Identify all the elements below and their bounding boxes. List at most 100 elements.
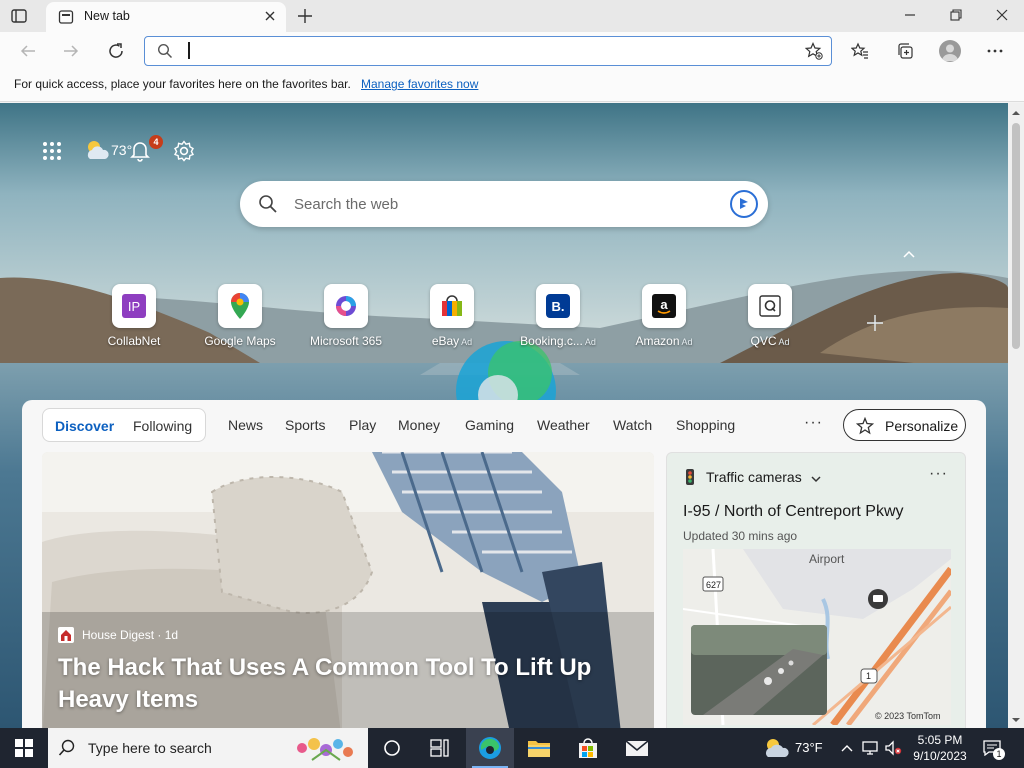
cortana-circle-icon[interactable] <box>368 728 416 768</box>
favorites-bar: For quick access, place your favorites h… <box>0 70 1024 102</box>
scrollbar-thumb[interactable] <box>1012 123 1020 349</box>
collapse-chevron-up-icon[interactable] <box>901 248 917 260</box>
back-button[interactable] <box>18 41 38 61</box>
show-hidden-icons-chevron-icon[interactable] <box>838 739 856 757</box>
address-input[interactable] <box>193 40 793 62</box>
new-tab-favicon-icon <box>58 9 74 25</box>
amazon-logo-icon: a <box>642 284 686 328</box>
action-center-count: 1 <box>993 748 1005 760</box>
hero-source: House Digest · 1d <box>82 628 179 642</box>
svg-text:IP: IP <box>128 299 140 314</box>
favorites-bar-message: For quick access, place your favorites h… <box>14 77 351 91</box>
category-news[interactable]: News <box>228 417 263 433</box>
quick-link-label: Google Maps <box>204 334 276 348</box>
tab-new-tab[interactable]: New tab <box>46 2 286 32</box>
settings-more-icon[interactable] <box>985 41 1005 61</box>
tab-close-icon[interactable] <box>262 8 278 24</box>
profile-avatar[interactable] <box>939 40 961 62</box>
favorites-icon[interactable] <box>850 41 870 61</box>
traffic-updated-time: Updated 30 mins ago <box>683 529 798 543</box>
weather-temperature[interactable]: 73° <box>111 142 132 158</box>
traffic-map[interactable]: Airport 627 1 © 2023 TomTom <box>683 549 951 725</box>
hero-article-card[interactable]: House Digest · 1d The Hack That Uses A C… <box>42 452 654 728</box>
google-maps-pin-icon <box>218 284 262 328</box>
network-icon[interactable] <box>861 739 879 757</box>
notification-bell-icon[interactable] <box>130 140 150 162</box>
chevron-down-icon[interactable] <box>810 472 822 483</box>
add-favorite-star-icon[interactable] <box>804 42 823 60</box>
tab-discover[interactable]: Discover <box>55 418 114 434</box>
more-categories-button[interactable]: ··· <box>804 414 823 432</box>
quick-link-ebay[interactable]: eBay Ad <box>402 284 502 348</box>
category-money[interactable]: Money <box>398 417 440 433</box>
tray-weather-temperature[interactable]: 73°F <box>795 740 823 755</box>
edge-taskbar-icon[interactable] <box>466 728 514 768</box>
traffic-light-icon <box>683 469 697 485</box>
start-button[interactable] <box>0 728 48 768</box>
category-gaming[interactable]: Gaming <box>465 417 514 433</box>
quick-link-qvc[interactable]: QVC Ad <box>720 284 820 348</box>
minimize-button[interactable] <box>887 0 933 30</box>
taskbar-search-placeholder: Type here to search <box>88 740 212 756</box>
route-shield-627: 627 <box>706 580 722 590</box>
tray-clock[interactable]: 5:05 PM 9/10/2023 <box>900 732 980 764</box>
ebay-bag-icon <box>430 284 474 328</box>
traffic-title[interactable]: Traffic cameras <box>706 469 802 485</box>
tray-weather-icon[interactable] <box>762 737 790 759</box>
tab-actions-icon[interactable] <box>10 7 28 25</box>
quick-link-collabnet[interactable]: IP CollabNet <box>84 284 184 348</box>
web-search-input[interactable] <box>294 191 714 217</box>
scroll-down-arrow-icon[interactable] <box>1011 713 1021 723</box>
close-window-button[interactable] <box>979 0 1024 30</box>
category-watch[interactable]: Watch <box>613 417 652 433</box>
collections-icon[interactable] <box>895 41 915 61</box>
map-airport-label: Airport <box>809 552 845 566</box>
browser-toolbar <box>0 32 1024 70</box>
add-site-plus-icon[interactable] <box>866 314 884 332</box>
quick-link-label: CollabNet <box>107 334 161 348</box>
tray-date: 9/10/2023 <box>913 749 967 763</box>
category-play[interactable]: Play <box>349 417 376 433</box>
new-tab-button[interactable] <box>296 7 314 25</box>
search-icon <box>157 43 173 59</box>
weather-cloud-sun-icon[interactable] <box>84 139 110 163</box>
map-copyright: © 2023 TomTom <box>875 711 941 721</box>
category-shopping[interactable]: Shopping <box>676 417 735 433</box>
search-icon <box>258 194 278 214</box>
traffic-more-button[interactable]: ··· <box>929 465 948 483</box>
quick-link-booking[interactable]: B. Booking.c... Ad <box>508 284 608 348</box>
mail-icon[interactable] <box>613 728 661 768</box>
refresh-button[interactable] <box>106 41 126 61</box>
taskbar-search-box[interactable]: Type here to search <box>48 728 368 768</box>
traffic-cameras-card[interactable]: Traffic cameras ··· I-95 / North of Cent… <box>666 452 966 728</box>
svg-text:a: a <box>660 297 668 312</box>
bing-chat-icon[interactable] <box>728 188 760 220</box>
forward-button[interactable] <box>61 41 81 61</box>
restore-button[interactable] <box>933 0 979 30</box>
quick-link-google-maps[interactable]: Google Maps <box>190 284 290 348</box>
page-settings-gear-icon[interactable] <box>173 140 195 162</box>
task-view-icon[interactable] <box>416 728 464 768</box>
file-explorer-icon[interactable] <box>515 728 563 768</box>
hero-title[interactable]: The Hack That Uses A Common Tool To Lift… <box>58 652 618 716</box>
qvc-logo-icon <box>748 284 792 328</box>
category-sports[interactable]: Sports <box>285 417 325 433</box>
quick-link-microsoft-365[interactable]: Microsoft 365 <box>296 284 396 348</box>
news-feed: Discover Following News Sports Play Mone… <box>22 400 986 728</box>
scroll-up-arrow-icon[interactable] <box>1011 106 1021 116</box>
tray-time: 5:05 PM <box>917 733 963 747</box>
search-icon <box>58 739 76 757</box>
quick-link-amazon[interactable]: a Amazon Ad <box>614 284 714 348</box>
category-weather[interactable]: Weather <box>537 417 590 433</box>
route-shield-1: 1 <box>866 671 872 681</box>
microsoft-store-icon[interactable] <box>564 728 612 768</box>
search-highlight-flowers-icon <box>292 732 362 764</box>
tab-following[interactable]: Following <box>133 418 192 434</box>
page-scrollbar[interactable] <box>1008 103 1024 728</box>
personalize-button[interactable]: Personalize <box>843 409 966 441</box>
manage-favorites-link[interactable]: Manage favorites now <box>361 77 478 91</box>
apps-launcher-icon[interactable] <box>41 140 63 162</box>
personalize-star-icon <box>855 416 875 435</box>
web-search-box[interactable] <box>240 181 768 227</box>
address-bar[interactable] <box>144 36 832 66</box>
